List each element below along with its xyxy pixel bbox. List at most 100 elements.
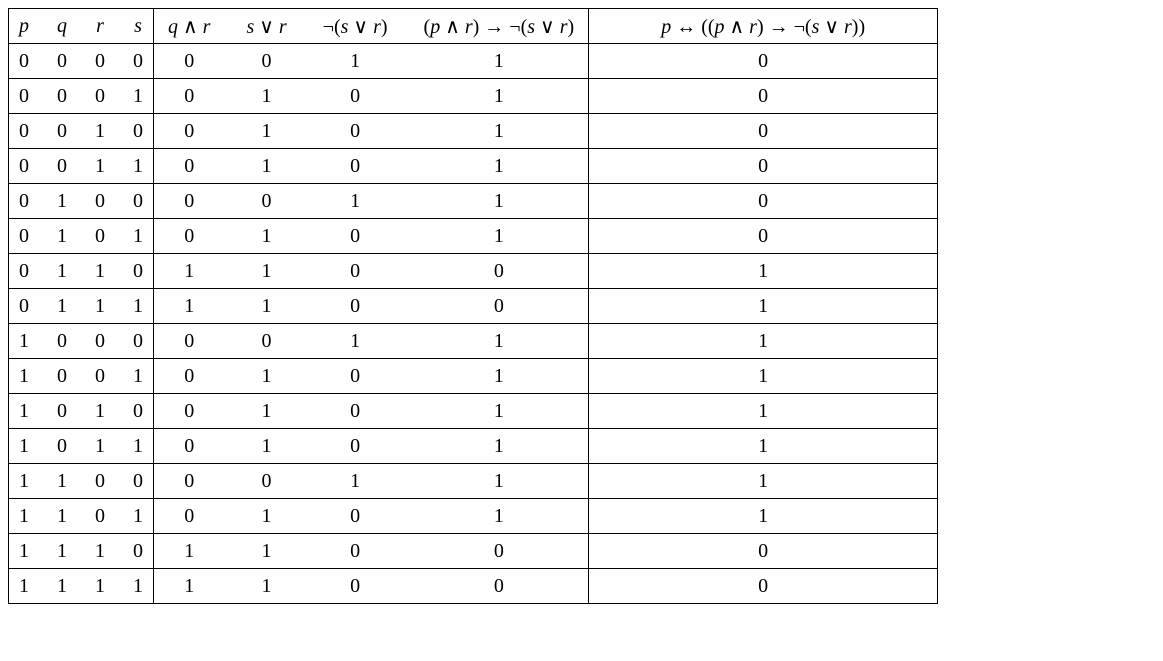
- table-cell: 1: [228, 359, 304, 394]
- header-s: s: [119, 9, 154, 44]
- table-cell: 0: [589, 534, 938, 569]
- table-cell: 1: [228, 569, 304, 604]
- table-cell: 0: [305, 394, 406, 429]
- table-cell: 1: [228, 394, 304, 429]
- table-cell: 0: [9, 184, 44, 219]
- table-cell: 1: [154, 254, 229, 289]
- table-cell: 1: [119, 429, 154, 464]
- table-cell: 1: [119, 569, 154, 604]
- table-cell: 0: [154, 184, 229, 219]
- table-cell: 1: [589, 394, 938, 429]
- table-cell: 1: [228, 429, 304, 464]
- table-cell: 1: [589, 254, 938, 289]
- header-q-and-r: q ∧ r: [154, 9, 229, 44]
- table-cell: 0: [406, 254, 589, 289]
- table-cell: 0: [43, 324, 81, 359]
- table-row: 011111001: [9, 289, 938, 324]
- table-cell: 0: [305, 289, 406, 324]
- table-cell: 1: [81, 114, 119, 149]
- table-cell: 1: [228, 499, 304, 534]
- table-cell: 1: [43, 499, 81, 534]
- table-cell: 1: [228, 289, 304, 324]
- table-cell: 0: [9, 44, 44, 79]
- table-cell: 0: [305, 534, 406, 569]
- table-cell: 1: [406, 429, 589, 464]
- table-cell: 0: [305, 254, 406, 289]
- table-cell: 0: [305, 79, 406, 114]
- table-cell: 0: [43, 44, 81, 79]
- table-cell: 0: [305, 569, 406, 604]
- table-cell: 0: [119, 534, 154, 569]
- table-cell: 1: [305, 464, 406, 499]
- table-cell: 1: [9, 499, 44, 534]
- table-cell: 1: [406, 149, 589, 184]
- table-cell: 1: [43, 464, 81, 499]
- table-cell: 0: [589, 114, 938, 149]
- table-cell: 1: [228, 219, 304, 254]
- header-s-or-r: s ∨ r: [228, 9, 304, 44]
- table-cell: 0: [154, 219, 229, 254]
- table-cell: 0: [154, 464, 229, 499]
- table-cell: 0: [43, 149, 81, 184]
- table-cell: 1: [81, 394, 119, 429]
- table-cell: 1: [9, 569, 44, 604]
- table-cell: 1: [81, 289, 119, 324]
- table-row: 000000110: [9, 44, 938, 79]
- table-row: 001001010: [9, 114, 938, 149]
- table-row: 100000111: [9, 324, 938, 359]
- table-cell: 1: [9, 534, 44, 569]
- table-cell: 1: [81, 534, 119, 569]
- table-cell: 1: [119, 289, 154, 324]
- table-cell: 0: [81, 324, 119, 359]
- table-row: 100101011: [9, 359, 938, 394]
- table-cell: 0: [305, 499, 406, 534]
- header-p-and-r-implies: (p ∧ r) → ¬(s ∨ r): [406, 9, 589, 44]
- table-cell: 0: [154, 499, 229, 534]
- table-cell: 1: [154, 289, 229, 324]
- table-row: 111111000: [9, 569, 938, 604]
- table-cell: 1: [43, 184, 81, 219]
- table-cell: 0: [119, 464, 154, 499]
- header-r: r: [81, 9, 119, 44]
- table-cell: 0: [406, 534, 589, 569]
- table-cell: 0: [154, 79, 229, 114]
- table-cell: 0: [305, 429, 406, 464]
- table-cell: 0: [81, 79, 119, 114]
- table-cell: 0: [305, 114, 406, 149]
- table-cell: 0: [119, 394, 154, 429]
- table-cell: 1: [81, 429, 119, 464]
- table-cell: 1: [154, 534, 229, 569]
- table-cell: 1: [406, 359, 589, 394]
- table-cell: 0: [589, 44, 938, 79]
- table-cell: 0: [589, 184, 938, 219]
- table-cell: 1: [406, 79, 589, 114]
- table-cell: 0: [406, 569, 589, 604]
- table-cell: 1: [228, 254, 304, 289]
- table-cell: 1: [305, 44, 406, 79]
- table-cell: 1: [43, 534, 81, 569]
- table-cell: 0: [589, 79, 938, 114]
- table-cell: 0: [9, 114, 44, 149]
- table-row: 001101010: [9, 149, 938, 184]
- table-cell: 0: [154, 114, 229, 149]
- table-cell: 0: [81, 359, 119, 394]
- table-cell: 1: [154, 569, 229, 604]
- table-cell: 1: [305, 184, 406, 219]
- table-cell: 1: [43, 219, 81, 254]
- table-cell: 1: [228, 534, 304, 569]
- table-cell: 0: [9, 149, 44, 184]
- table-cell: 0: [305, 149, 406, 184]
- table-cell: 0: [43, 114, 81, 149]
- table-cell: 1: [119, 149, 154, 184]
- table-cell: 0: [81, 44, 119, 79]
- table-row: 111011000: [9, 534, 938, 569]
- table-body: 0000001100001010100010010100011010100100…: [9, 44, 938, 604]
- table-cell: 0: [81, 499, 119, 534]
- table-row: 101101011: [9, 429, 938, 464]
- table-cell: 1: [589, 429, 938, 464]
- table-cell: 0: [119, 324, 154, 359]
- table-cell: 0: [9, 219, 44, 254]
- table-row: 110101011: [9, 499, 938, 534]
- table-cell: 1: [9, 429, 44, 464]
- table-cell: 1: [228, 149, 304, 184]
